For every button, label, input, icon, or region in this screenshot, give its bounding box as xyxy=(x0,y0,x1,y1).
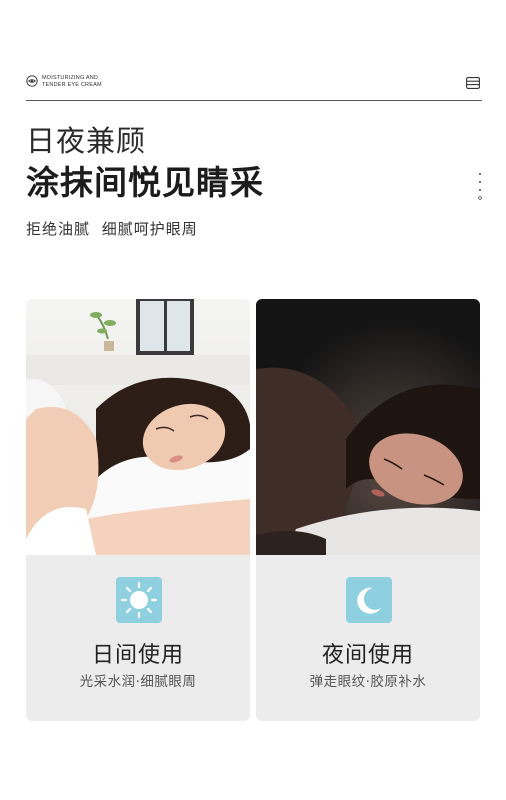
header-divider xyxy=(26,100,482,101)
day-photo xyxy=(26,299,250,555)
sun-icon xyxy=(116,577,162,623)
headline-title-2: 涂抹间悦见睛采 xyxy=(26,163,264,202)
night-use-card: 夜间使用 弹走眼纹·胶原补水 xyxy=(256,299,480,721)
moon-icon xyxy=(346,577,392,623)
headline-subtitle: 拒绝油腻 细腻呵护眼周 xyxy=(26,220,198,238)
night-card-title: 夜间使用 xyxy=(321,643,414,668)
eye-icon xyxy=(26,72,38,91)
page-header: MOISTURIZING AND TENDER EYE CREAM xyxy=(26,72,482,102)
brand-line-2: TENDER EYE CREAM xyxy=(42,81,102,88)
day-card-title: 日间使用 xyxy=(91,643,184,668)
day-card-subtitle: 光采水润·细腻眼周 xyxy=(79,674,197,690)
brand-line-1: MOISTURIZING AND xyxy=(42,74,99,81)
brand[interactable]: MOISTURIZING AND TENDER EYE CREAM xyxy=(26,72,102,91)
day-use-card: 日间使用 光采水润·细腻眼周 xyxy=(26,299,250,721)
night-card-subtitle: 弹走眼纹·胶原补水 xyxy=(309,674,427,690)
night-photo xyxy=(256,299,480,555)
headline-title-1: 日夜兼顾 xyxy=(26,124,147,158)
brand-name: MOISTURIZING AND TENDER EYE CREAM xyxy=(42,75,102,89)
vertical-dots-decoration xyxy=(478,172,482,202)
menu-icon[interactable] xyxy=(466,74,480,89)
